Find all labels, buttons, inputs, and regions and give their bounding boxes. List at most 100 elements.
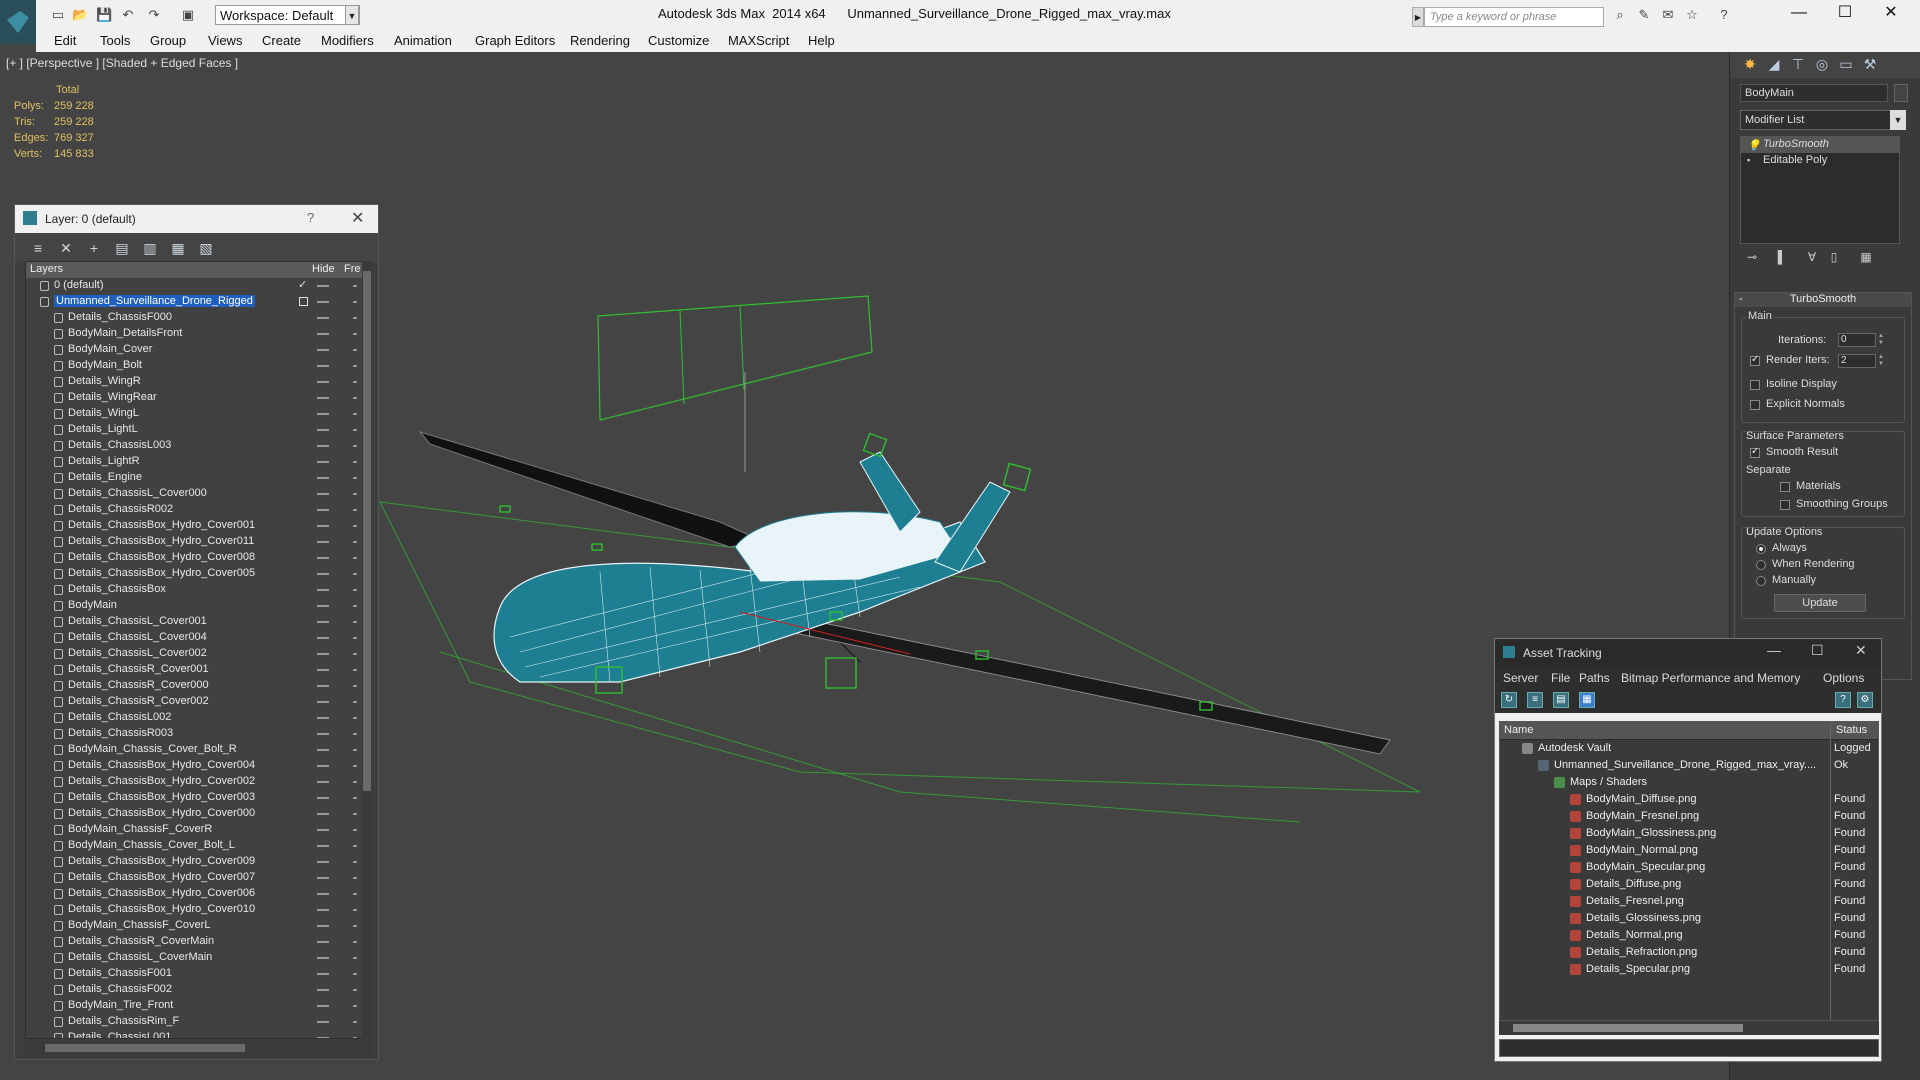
freeze-toggle[interactable] bbox=[353, 445, 357, 447]
hide-toggle[interactable] bbox=[317, 685, 329, 687]
hide-toggle[interactable] bbox=[317, 701, 329, 703]
asset-table[interactable]: Name Status Autodesk Vault Logged Unmanned… bbox=[1499, 721, 1879, 1022]
isoline-display-checkbox[interactable] bbox=[1750, 380, 1760, 390]
layer-row[interactable]: Details_ChassisR_Cover001 bbox=[26, 662, 369, 678]
materials-checkbox[interactable] bbox=[1780, 482, 1790, 492]
menu-bitmap-performance[interactable]: Bitmap Performance and Memory bbox=[1621, 671, 1800, 685]
hide-toggle[interactable] bbox=[317, 1005, 329, 1007]
favorites-icon[interactable]: ☆ bbox=[1684, 7, 1700, 23]
manually-radio[interactable] bbox=[1756, 576, 1766, 586]
hide-toggle[interactable] bbox=[317, 893, 329, 895]
freeze-toggle[interactable] bbox=[353, 589, 357, 591]
freeze-toggle[interactable] bbox=[353, 349, 357, 351]
asset-row[interactable]: BodyMain_Glossiness.png Found bbox=[1500, 825, 1878, 842]
layer-row[interactable]: Details_ChassisBox_Hydro_Cover002 bbox=[26, 774, 369, 790]
hide-toggle[interactable] bbox=[317, 925, 329, 927]
layer-row[interactable]: Details_ChassisBox bbox=[26, 582, 369, 598]
remove-modifier-icon[interactable]: ▯ bbox=[1826, 250, 1842, 268]
stack-item-turbosmooth[interactable]: 💡 TurboSmooth bbox=[1741, 137, 1899, 153]
layer-row[interactable]: BodyMain_Bolt bbox=[26, 358, 369, 374]
expand-icon[interactable]: ▪ bbox=[1747, 155, 1755, 165]
layer-row[interactable]: BodyMain_Chassis_Cover_Bolt_R bbox=[26, 742, 369, 758]
column-status[interactable]: Status bbox=[1836, 724, 1867, 736]
freeze-toggle[interactable] bbox=[353, 669, 357, 671]
select-objects-icon[interactable]: ▤ bbox=[113, 239, 131, 257]
hide-toggle[interactable] bbox=[317, 509, 329, 511]
asset-row[interactable]: Maps / Shaders bbox=[1500, 774, 1878, 791]
asset-row[interactable]: BodyMain_Diffuse.png Found bbox=[1500, 791, 1878, 808]
search-expand-icon[interactable]: ▶ bbox=[1412, 7, 1424, 27]
search-input[interactable]: Type a keyword or phrase bbox=[1424, 7, 1604, 27]
app-logo-icon[interactable] bbox=[0, 0, 36, 44]
vertical-scrollbar[interactable] bbox=[362, 261, 372, 1039]
close-button[interactable]: ✕ bbox=[1868, 0, 1914, 28]
menu-file[interactable]: File bbox=[1551, 671, 1570, 685]
horizontal-scrollbar[interactable] bbox=[25, 1041, 370, 1055]
pin-stack-icon[interactable]: ⊸ bbox=[1744, 250, 1760, 268]
hide-toggle[interactable] bbox=[317, 493, 329, 495]
menu-maxscript[interactable]: MAXScript bbox=[728, 33, 789, 48]
layer-row[interactable]: Details_ChassisBox_Hydro_Cover001 bbox=[26, 518, 369, 534]
close-button[interactable]: ✕ bbox=[1855, 642, 1867, 659]
layer-row[interactable]: Details_WingRear bbox=[26, 390, 369, 406]
menu-server[interactable]: Server bbox=[1503, 671, 1538, 685]
hide-toggle[interactable] bbox=[317, 285, 329, 287]
viewport-label[interactable]: [+ ] [Perspective ] [Shaded + Edged Face… bbox=[6, 56, 238, 70]
when-rendering-radio[interactable] bbox=[1756, 560, 1766, 570]
layer-row[interactable]: BodyMain_Tire_Front bbox=[26, 998, 369, 1014]
close-icon[interactable]: ✕ bbox=[351, 208, 364, 228]
layer-row[interactable]: BodyMain_DetailsFront bbox=[26, 326, 369, 342]
horizontal-scrollbar[interactable] bbox=[1499, 1021, 1879, 1035]
hide-toggle[interactable] bbox=[317, 653, 329, 655]
freeze-toggle[interactable] bbox=[353, 797, 357, 799]
column-hide[interactable]: Hide bbox=[312, 263, 335, 275]
spinner-arrows-icon[interactable]: ▲ ▼ bbox=[1878, 333, 1884, 347]
layer-row[interactable]: Details_LightR bbox=[26, 454, 369, 470]
menu-graph-editors[interactable]: Graph Editors bbox=[475, 33, 555, 48]
menu-create[interactable]: Create bbox=[262, 33, 301, 48]
menu-views[interactable]: Views bbox=[208, 33, 242, 48]
layer-row[interactable]: BodyMain_ChassisF_CoverR bbox=[26, 822, 369, 838]
hide-toggle[interactable] bbox=[317, 381, 329, 383]
maximize-button[interactable]: ☐ bbox=[1822, 0, 1868, 28]
layer-row[interactable]: Details_ChassisBox_Hydro_Cover000 bbox=[26, 806, 369, 822]
layer-row[interactable]: Details_WingR bbox=[26, 374, 369, 390]
layer-row[interactable]: BodyMain_Chassis_Cover_Bolt_L bbox=[26, 838, 369, 854]
freeze-toggle[interactable] bbox=[353, 605, 357, 607]
freeze-toggle[interactable] bbox=[353, 525, 357, 527]
menu-tools[interactable]: Tools bbox=[100, 33, 130, 48]
delete-layer-icon[interactable]: ✕ bbox=[57, 239, 75, 257]
hide-toggle[interactable] bbox=[317, 365, 329, 367]
freeze-toggle[interactable] bbox=[353, 333, 357, 335]
refresh-icon[interactable]: ↻ bbox=[1501, 692, 1517, 708]
hide-toggle[interactable] bbox=[317, 877, 329, 879]
freeze-toggle[interactable] bbox=[353, 813, 357, 815]
asset-row[interactable]: Details_Normal.png Found bbox=[1500, 927, 1878, 944]
hide-toggle[interactable] bbox=[317, 397, 329, 399]
details-view-icon[interactable]: ▤ bbox=[1553, 692, 1569, 708]
freeze-toggle[interactable] bbox=[353, 301, 357, 303]
hide-toggle[interactable] bbox=[317, 829, 329, 831]
hide-toggle[interactable] bbox=[317, 477, 329, 479]
freeze-toggle[interactable] bbox=[353, 973, 357, 975]
freeze-toggle[interactable] bbox=[353, 557, 357, 559]
asset-row[interactable]: BodyMain_Fresnel.png Found bbox=[1500, 808, 1878, 825]
menu-customize[interactable]: Customize bbox=[648, 33, 709, 48]
layer-row[interactable]: Details_ChassisF002 bbox=[26, 982, 369, 998]
hide-toggle[interactable] bbox=[317, 861, 329, 863]
spinner-arrows-icon[interactable]: ▲ ▼ bbox=[1878, 354, 1884, 368]
menu-help[interactable]: Help bbox=[808, 33, 835, 48]
iterations-spinner[interactable]: 0 bbox=[1838, 333, 1876, 347]
asset-row[interactable]: BodyMain_Specular.png Found bbox=[1500, 859, 1878, 876]
make-unique-icon[interactable]: ∀ bbox=[1804, 250, 1820, 268]
layer-row[interactable]: BodyMain_ChassisF_CoverL bbox=[26, 918, 369, 934]
hide-toggle[interactable] bbox=[317, 989, 329, 991]
menu-group[interactable]: Group bbox=[150, 33, 186, 48]
help-icon[interactable]: ? bbox=[307, 210, 314, 225]
freeze-toggle[interactable] bbox=[353, 1021, 357, 1023]
maximize-button[interactable]: ☐ bbox=[1811, 642, 1824, 659]
add-layer-icon[interactable]: + bbox=[85, 239, 103, 257]
hide-toggle[interactable] bbox=[317, 621, 329, 623]
hide-toggle[interactable] bbox=[317, 605, 329, 607]
layer-row[interactable]: Details_LightL bbox=[26, 422, 369, 438]
